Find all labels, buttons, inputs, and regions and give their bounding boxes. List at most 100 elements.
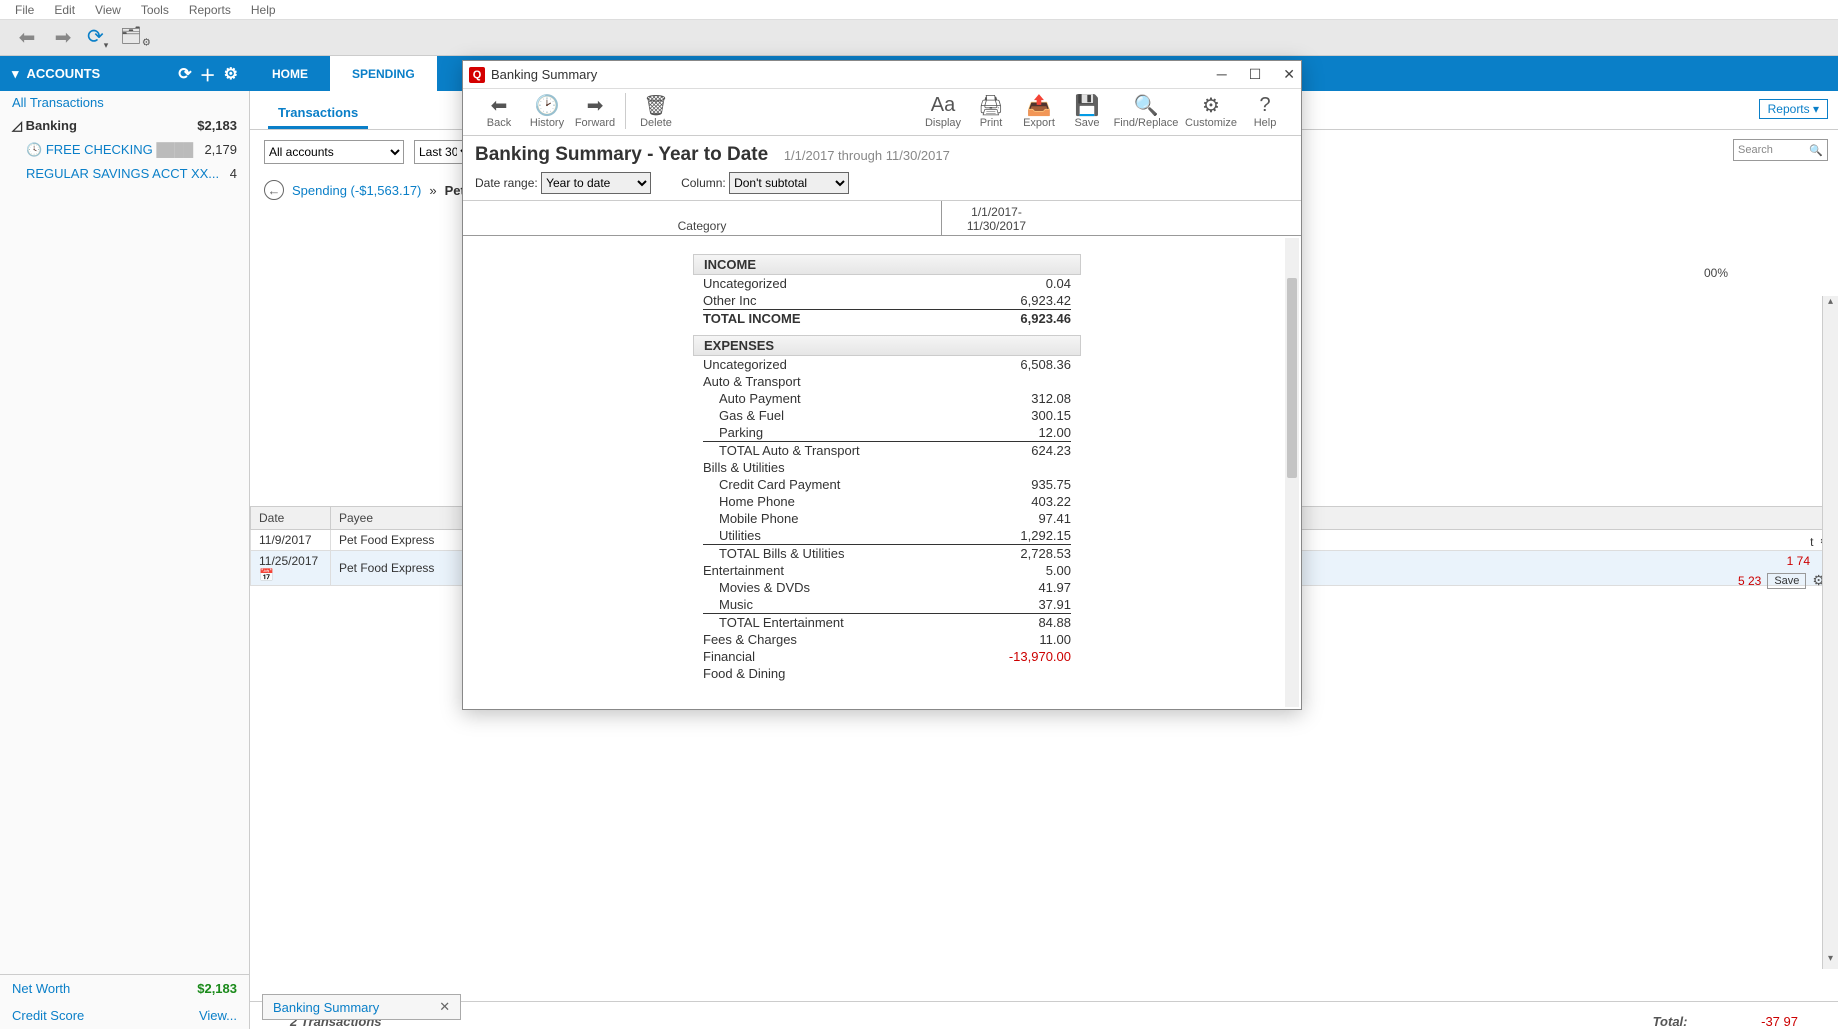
col-daterange: 1/1/2017-11/30/2017 (941, 201, 1051, 235)
accounts-refresh-icon[interactable]: ⟳ (178, 64, 191, 84)
sidebar-networth[interactable]: Net Worth $2,183 (0, 975, 249, 1002)
menu-view[interactable]: View (95, 3, 121, 17)
line-value: 5.00 (981, 563, 1071, 578)
report-print-button[interactable]: 🖨Print (967, 93, 1015, 129)
category-entertainment: Entertainment (703, 563, 981, 578)
report-help-button[interactable]: ?Help (1241, 93, 1289, 129)
subtotal-label: TOTAL Entertainment (703, 615, 981, 630)
line-value: 935.75 (981, 477, 1071, 492)
content-footer: 2 Transactions Total: -37 97 (250, 1001, 1838, 1029)
line-label: Uncategorized (703, 276, 981, 291)
accounts-add-icon[interactable]: ＋ (200, 62, 216, 86)
section-expenses: EXPENSES (693, 335, 1081, 356)
menu-reports[interactable]: Reports (189, 3, 231, 17)
sidebar-all-transactions[interactable]: All Transactions (0, 91, 249, 114)
report-tab[interactable]: Banking Summary ✕ (262, 994, 461, 1020)
sidebar-footer: Net Worth $2,183 Credit Score View... (0, 974, 249, 1029)
line-value: 300.15 (981, 408, 1071, 423)
report-find-button[interactable]: 🔍Find/Replace (1111, 93, 1181, 129)
subtab-transactions[interactable]: Transactions (268, 99, 368, 129)
quicken-icon: Q (469, 67, 485, 83)
line-value: 37.91 (981, 597, 1071, 612)
subtotal-value: 624.23 (981, 443, 1071, 458)
breadcrumb-back-icon[interactable]: ← (264, 180, 284, 200)
report-forward-button[interactable]: ➡Forward (571, 93, 619, 129)
content-scrollbar[interactable]: ▴ ▾ (1822, 296, 1838, 969)
report-save-button[interactable]: 💾Save (1063, 93, 1111, 129)
help-icon: ? (1241, 93, 1289, 117)
scrollbar-thumb[interactable] (1287, 278, 1297, 478)
line-value: 12.00 (981, 425, 1071, 440)
report-date-range: 1/1/2017 through 11/30/2017 (784, 148, 950, 163)
subtotal-value: 2,728.53 (981, 546, 1071, 561)
accounts-filter-select[interactable]: All accounts (264, 140, 404, 164)
line-label: Auto Payment (703, 391, 981, 406)
line-label: Music (703, 597, 981, 612)
line-label: Other Inc (703, 293, 981, 308)
back-icon: ⬅ (475, 93, 523, 117)
search-input[interactable]: Search 🔍 (1733, 139, 1828, 161)
close-window-icon[interactable]: ✕ (1283, 66, 1295, 83)
report-column-header: Category 1/1/2017-11/30/2017 (463, 201, 1301, 236)
back-arrow-icon[interactable]: ⬅ (15, 25, 39, 50)
menu-file[interactable]: File (15, 3, 34, 17)
main-tabs: HOME SPENDING (250, 56, 437, 91)
report-customize-button[interactable]: ⚙Customize (1181, 93, 1241, 129)
search-icon: 🔍 (1809, 144, 1823, 157)
report-toolbar: ⬅Back 🕑History ➡Forward 🗑Delete AaDispla… (463, 89, 1301, 136)
reports-dropdown-button[interactable]: Reports ▾ (1759, 99, 1828, 119)
refresh-icon[interactable]: ⟳▾ (87, 24, 108, 51)
column-select[interactable]: Don't subtotal (729, 172, 849, 194)
menu-tools[interactable]: Tools (141, 3, 169, 17)
accounts-gear-icon[interactable]: ⚙ (224, 64, 238, 84)
line-label: Credit Card Payment (703, 477, 981, 492)
tab-home[interactable]: HOME (250, 56, 330, 91)
peek-amounts: t⚙ 1 74 5 23 Save ⚙▾ (1738, 531, 1832, 591)
category-bills: Bills & Utilities (703, 460, 1071, 475)
calendar-icon[interactable]: 📅 (259, 568, 274, 582)
line-label: Mobile Phone (703, 511, 981, 526)
sidebar-banking[interactable]: ◿ Banking $2,183 (0, 114, 249, 138)
report-history-button[interactable]: 🕑History (523, 93, 571, 129)
line-label: Movies & DVDs (703, 580, 981, 595)
gear-icon: ⚙ (1181, 93, 1241, 117)
report-body[interactable]: INCOME Uncategorized0.04 Other Inc6,923.… (463, 236, 1301, 709)
line-value: 6,923.42 (981, 293, 1071, 308)
tab-spending[interactable]: SPENDING (330, 56, 437, 91)
forward-arrow-icon[interactable]: ➡ (51, 25, 75, 50)
scroll-down-icon[interactable]: ▾ (1823, 953, 1838, 969)
accounts-dropdown-icon[interactable]: ▾ (12, 66, 19, 82)
menu-help[interactable]: Help (251, 3, 276, 17)
total-income-value: 6,923.46 (981, 311, 1071, 326)
report-display-button[interactable]: AaDisplay (919, 93, 967, 129)
line-label: Fees & Charges (703, 632, 981, 647)
report-export-button[interactable]: 📤Export (1015, 93, 1063, 129)
report-titlebar[interactable]: Q Banking Summary ─ ☐ ✕ (463, 61, 1301, 89)
col-date[interactable]: Date (251, 507, 331, 530)
sidebar-account-checking[interactable]: 🕓 FREE CHECKING ████ 2,179 (0, 138, 249, 162)
close-icon[interactable]: ✕ (439, 999, 450, 1015)
line-value: 1,292.15 (981, 528, 1071, 543)
report-delete-button[interactable]: 🗑Delete (632, 93, 680, 129)
minimize-icon[interactable]: ─ (1217, 66, 1227, 83)
breadcrumb-spending[interactable]: Spending (-$1,563.17) (292, 183, 421, 198)
column-label: Column: (681, 176, 726, 190)
scroll-up-icon[interactable]: ▴ (1823, 296, 1838, 312)
report-back-button[interactable]: ⬅Back (475, 93, 523, 129)
sidebar-creditscore[interactable]: Credit Score View... (0, 1002, 249, 1029)
trash-icon: 🗑 (632, 93, 680, 117)
date-range-select[interactable]: Year to date (541, 172, 651, 194)
maximize-icon[interactable]: ☐ (1249, 66, 1262, 83)
save-icon: 💾 (1063, 93, 1111, 117)
col-category: Category (463, 201, 941, 235)
section-income: INCOME (693, 254, 1081, 275)
sidebar-account-savings[interactable]: REGULAR SAVINGS ACCT XX... 4 (0, 162, 249, 185)
line-value: 312.08 (981, 391, 1071, 406)
save-button[interactable]: Save (1767, 573, 1806, 589)
line-value: 41.97 (981, 580, 1071, 595)
report-scrollbar[interactable] (1285, 238, 1299, 707)
line-label: Food & Dining (703, 666, 1071, 681)
main-toolbar: ⬅ ➡ ⟳▾ 🗂⚙ (0, 20, 1838, 56)
menu-edit[interactable]: Edit (54, 3, 75, 17)
report-prefs-icon[interactable]: 🗂⚙ (120, 26, 151, 48)
